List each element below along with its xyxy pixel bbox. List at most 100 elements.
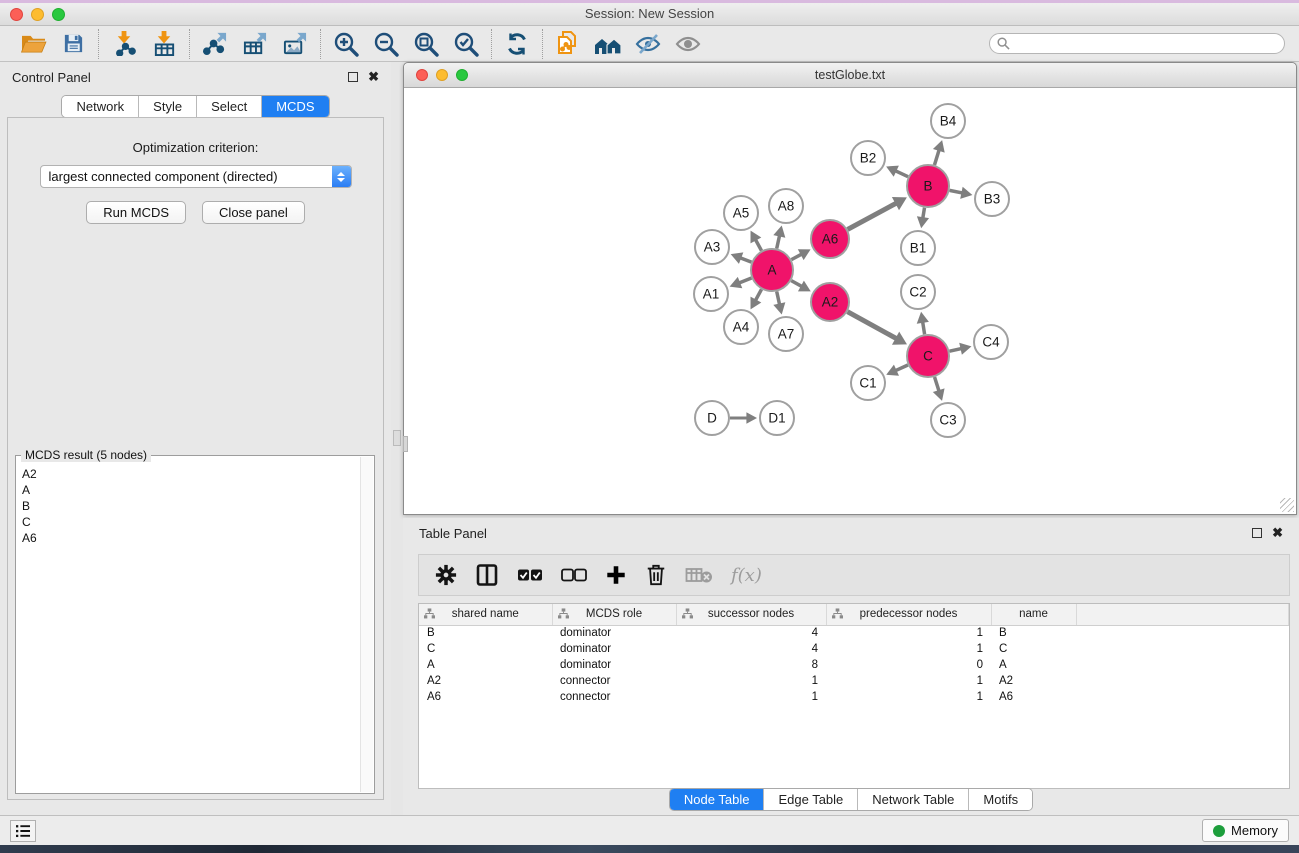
table-row[interactable]: A6connector11A6	[419, 689, 1289, 705]
table-cell[interactable]: A	[419, 657, 552, 673]
create-column-icon[interactable]	[605, 564, 627, 586]
mcds-result-item[interactable]: A6	[22, 530, 360, 546]
hide-selected-icon[interactable]	[631, 29, 665, 59]
import-table-icon[interactable]	[147, 29, 181, 59]
table-cell[interactable]: A6	[991, 689, 1076, 705]
table-row[interactable]: A2connector11A2	[419, 673, 1289, 689]
show-columns-icon[interactable]	[475, 563, 499, 587]
zoom-in-icon[interactable]	[329, 29, 363, 59]
table-float-panel-icon[interactable]	[1252, 528, 1262, 538]
select-all-columns-icon[interactable]	[517, 568, 543, 582]
zoom-fit-icon[interactable]	[409, 29, 443, 59]
import-network-icon[interactable]	[107, 29, 141, 59]
table-cell[interactable]: 4	[676, 641, 826, 657]
tab-network[interactable]: Network	[62, 96, 139, 117]
optimization-criterion-select[interactable]: largest connected component (directed)	[40, 165, 352, 188]
table-cell[interactable]: A2	[991, 673, 1076, 689]
table-cell[interactable]: 1	[826, 641, 991, 657]
splitter-grip[interactable]	[393, 430, 401, 446]
refresh-icon[interactable]	[500, 29, 534, 59]
float-panel-icon[interactable]	[348, 72, 358, 82]
graph-edge-C-C3[interactable]	[935, 377, 940, 392]
column-header-successor-nodes[interactable]: successor nodes	[676, 604, 826, 625]
table-cell[interactable]: A	[991, 657, 1076, 673]
column-header-predecessor-nodes[interactable]: predecessor nodes	[826, 604, 991, 625]
open-session-icon[interactable]	[16, 29, 50, 59]
export-image-icon[interactable]	[278, 29, 312, 59]
delete-table-icon[interactable]	[685, 566, 713, 584]
table-close-panel-icon[interactable]: ✖	[1272, 528, 1283, 538]
graph-edge-A6-B[interactable]	[848, 203, 897, 230]
graph-edge-C-C1[interactable]	[895, 365, 908, 371]
table-cell[interactable]: dominator	[552, 641, 676, 657]
result-scrollbar[interactable]	[360, 457, 373, 792]
table-cell[interactable]: connector	[552, 673, 676, 689]
table-cell[interactable]: A2	[419, 673, 552, 689]
column-header-MCDS-role[interactable]: MCDS role	[552, 604, 676, 625]
table-cell[interactable]: dominator	[552, 657, 676, 673]
column-header-name[interactable]: name	[991, 604, 1076, 625]
mcds-result-item[interactable]: B	[22, 498, 360, 514]
graph-edge-A-A8[interactable]	[777, 235, 780, 248]
mcds-result-item[interactable]: A	[22, 482, 360, 498]
mcds-result-list[interactable]: A2ABCA6	[22, 466, 360, 791]
table-tab-network-table[interactable]: Network Table	[858, 789, 969, 810]
table-cell[interactable]: 0	[826, 657, 991, 673]
run-mcds-button[interactable]: Run MCDS	[86, 201, 186, 224]
close-panel-button[interactable]: Close panel	[202, 201, 305, 224]
table-tab-edge-table[interactable]: Edge Table	[764, 789, 858, 810]
duplicate-network-icon[interactable]	[551, 29, 585, 59]
table-row[interactable]: Cdominator41C	[419, 641, 1289, 657]
table-cell[interactable]: 1	[826, 689, 991, 705]
table-cell[interactable]: 8	[676, 657, 826, 673]
mcds-result-item[interactable]: A2	[22, 466, 360, 482]
close-panel-icon[interactable]: ✖	[368, 72, 379, 82]
graph-edge-A-A5[interactable]	[755, 239, 761, 251]
graph-edge-C-C2[interactable]	[923, 321, 925, 334]
graph-edge-A-A7[interactable]	[777, 291, 780, 304]
network-window-resize-grip[interactable]	[1280, 498, 1294, 512]
zoom-out-icon[interactable]	[369, 29, 403, 59]
table-cell[interactable]: C	[419, 641, 552, 657]
graph-edge-B-B3[interactable]	[950, 190, 963, 193]
network-canvas[interactable]: AA1A2A3A4A5A6A7A8BB1B2B3B4CC1C2C3C4DD1	[404, 89, 1296, 514]
table-row[interactable]: Adominator80A	[419, 657, 1289, 673]
table-cell[interactable]: A6	[419, 689, 552, 705]
function-builder-icon[interactable]: f(x)	[731, 565, 762, 586]
table-cell[interactable]: 4	[676, 625, 826, 641]
table-settings-gear-icon[interactable]	[435, 564, 457, 586]
show-all-icon[interactable]	[671, 29, 705, 59]
table-cell[interactable]: dominator	[552, 625, 676, 641]
memory-button[interactable]: Memory	[1202, 819, 1289, 842]
table-cell[interactable]: 1	[826, 673, 991, 689]
panel-splitter[interactable]	[391, 62, 403, 815]
graph-edge-B-B1[interactable]	[923, 208, 925, 219]
unselect-all-columns-icon[interactable]	[561, 568, 587, 582]
search-input[interactable]	[1014, 37, 1277, 51]
table-cell[interactable]: B	[419, 625, 552, 641]
graph-edge-A-A2[interactable]	[791, 281, 802, 287]
table-cell[interactable]: B	[991, 625, 1076, 641]
table-cell[interactable]: 1	[676, 689, 826, 705]
delete-columns-icon[interactable]	[645, 563, 667, 587]
graph-edge-A2-C[interactable]	[848, 312, 897, 339]
tab-select[interactable]: Select	[197, 96, 262, 117]
table-row[interactable]: Bdominator41B	[419, 625, 1289, 641]
table-tab-motifs[interactable]: Motifs	[969, 789, 1032, 810]
graph-edge-A-A4[interactable]	[755, 289, 761, 301]
export-table-icon[interactable]	[238, 29, 272, 59]
graph-edge-A-A3[interactable]	[740, 258, 752, 262]
task-history-button[interactable]	[10, 820, 36, 842]
table-cell[interactable]: 1	[826, 625, 991, 641]
graph-edge-A-A1[interactable]	[739, 278, 752, 283]
table-cell[interactable]: C	[991, 641, 1076, 657]
zoom-selected-icon[interactable]	[449, 29, 483, 59]
column-header-shared-name[interactable]: shared name	[419, 604, 552, 625]
network-window-titlebar[interactable]: testGlobe.txt	[404, 63, 1296, 88]
tab-style[interactable]: Style	[139, 96, 197, 117]
graph-edge-A-A6[interactable]	[791, 254, 802, 260]
mcds-result-item[interactable]: C	[22, 514, 360, 530]
tab-mcds[interactable]: MCDS	[262, 96, 328, 117]
table-tab-node-table[interactable]: Node Table	[670, 789, 765, 810]
table-cell[interactable]: connector	[552, 689, 676, 705]
